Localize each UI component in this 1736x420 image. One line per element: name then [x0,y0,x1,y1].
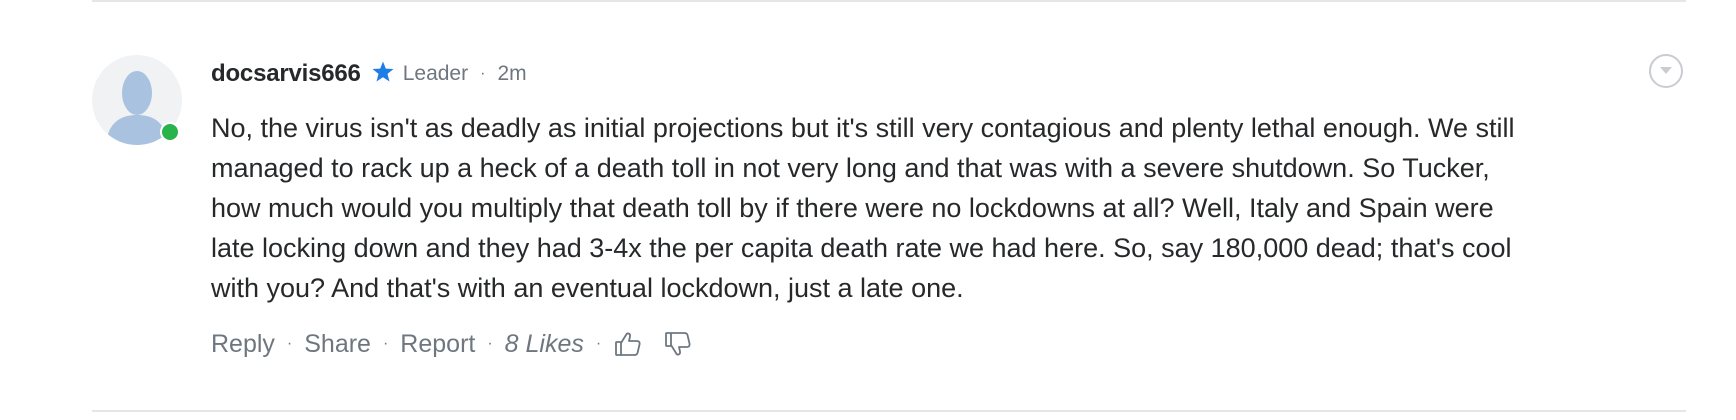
action-separator: · [595,335,602,352]
online-status-indicator [160,122,180,142]
comment-menu-button[interactable] [1649,54,1683,88]
user-badge: Leader [402,62,469,85]
star-icon [371,60,395,84]
thumbs-up-icon[interactable] [613,329,643,359]
reply-button[interactable]: Reply [211,330,275,359]
thumbs-down-icon[interactable] [663,329,693,359]
action-separator: · [286,335,293,352]
top-divider [92,0,1686,2]
username[interactable]: docsarvis666 [211,60,361,88]
action-separator: · [487,335,493,352]
bottom-divider [92,410,1686,412]
meta-separator: · [480,65,486,82]
comment-body: No, the virus isn't as deadly as initial… [211,113,1515,303]
comment-meta: docsarvis666 Leader · 2m [211,56,527,92]
chevron-down-icon [1660,67,1672,74]
comment-actions: Reply · Share · Report · 8 Likes · [211,322,693,366]
share-button[interactable]: Share [304,330,371,359]
report-button[interactable]: Report [400,330,475,359]
likes-count[interactable]: 8 Likes [505,330,584,359]
comment-timestamp: 2m [497,62,527,85]
action-separator: · [382,335,389,352]
